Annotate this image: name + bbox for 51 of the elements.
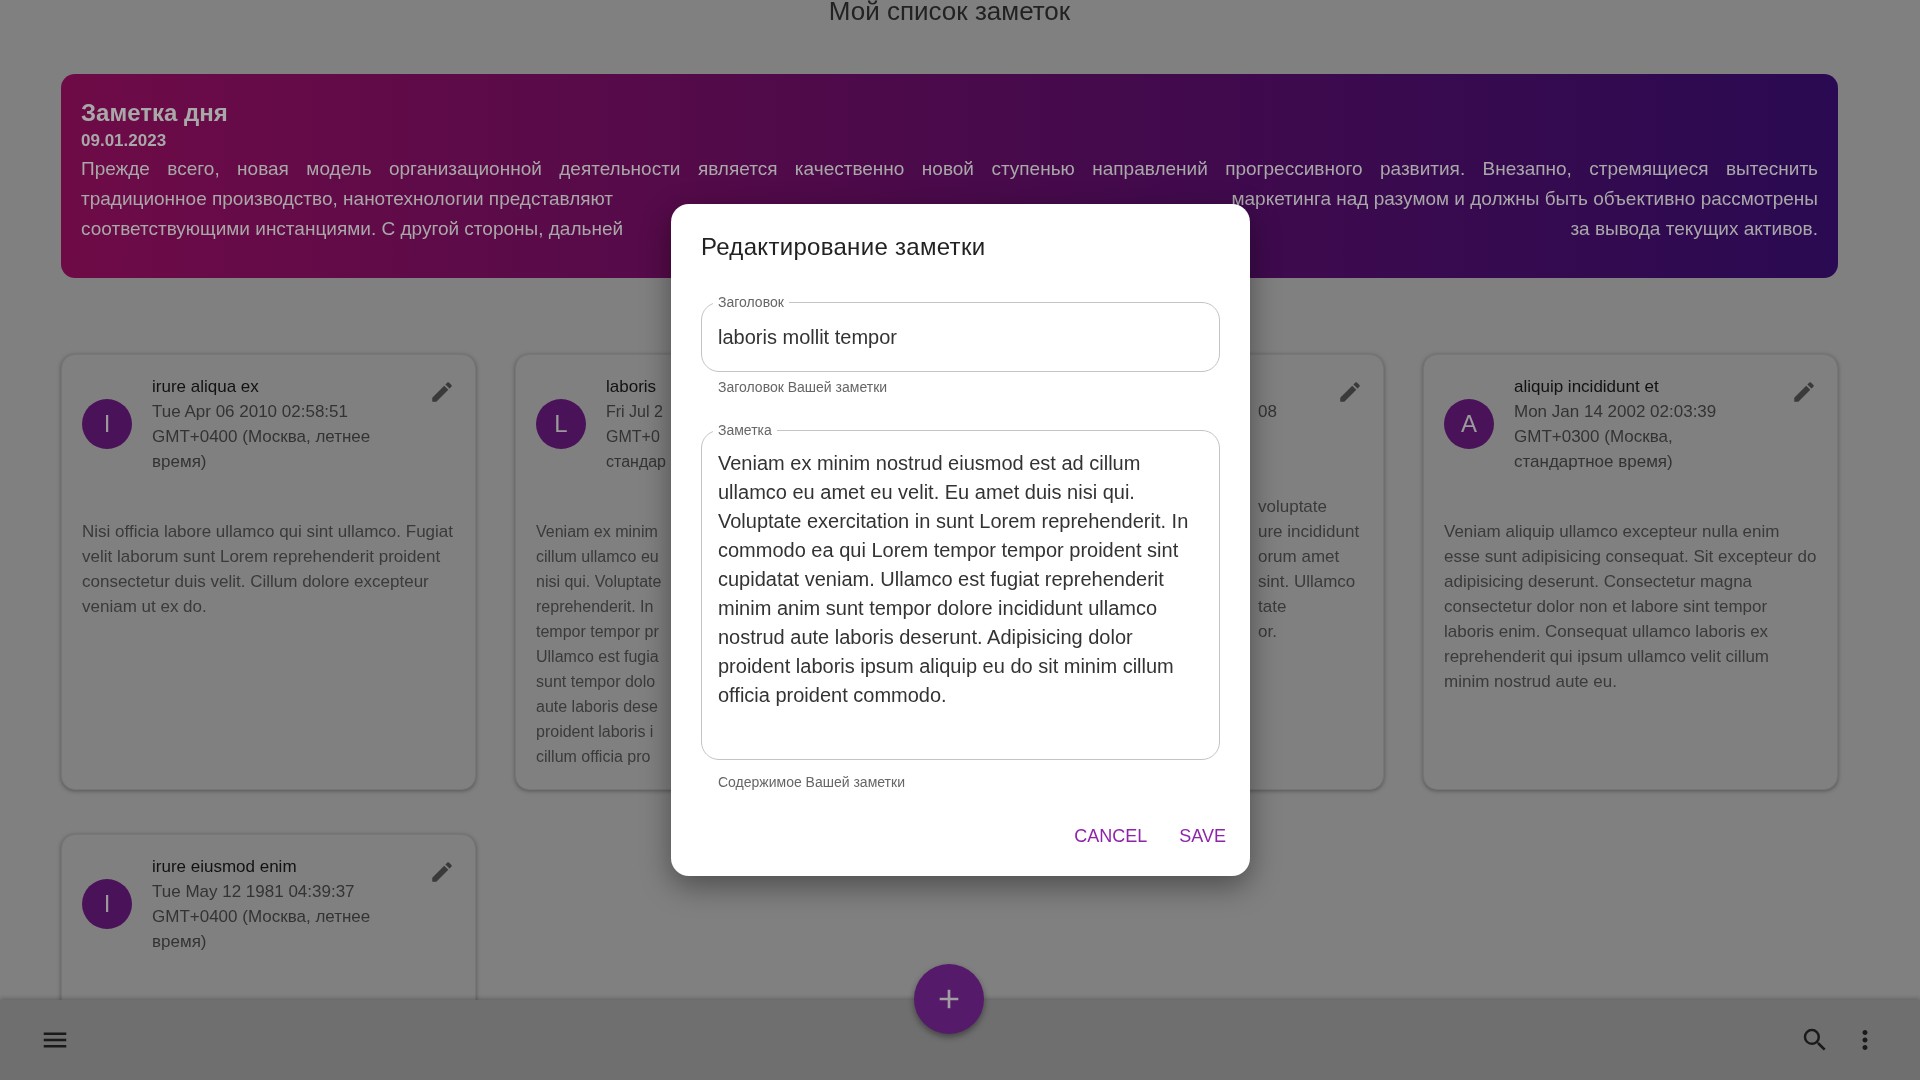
- note-body: proident laboris i: [536, 722, 654, 742]
- note-body: aute laboris dese: [536, 697, 658, 717]
- add-button[interactable]: [914, 964, 984, 1034]
- note-date: Tue May 12 1981 04:39:37 GMT+0400 (Москва, летнее время): [152, 881, 372, 953]
- note-date: Tue Apr 06 2010 02:58:51 GMT+0400 (Москва, летнее время): [152, 401, 372, 473]
- edit-icon[interactable]: [429, 379, 455, 405]
- note-body: ure incididunt: [1258, 521, 1360, 543]
- dialog-button[interactable]: CANCEL: [1062, 817, 1160, 856]
- avatar: L: [536, 399, 586, 449]
- banner-text: маркетинга над разумом и должны быть объективно рассмотрены: [1231, 187, 1818, 211]
- note-body: Veniam aliquip ullamco excepteur nulla enim esse sunt adipisicing consequat. Sit excepteur do adipisicing deserunt. Consectetur magna consectetur dolor non et labore sint tempor laboris enim. Consequat ullamco laboris ex reprehenderit qui ipsum ullamco velit cillum minim nostrud aute eu.: [1444, 521, 1817, 693]
- banner-text: Прежде всего, новая модель организационной деятельности является качественно новой ступенью направлений прогрессивного развития. Внезапно, стремящиеся вытеснить: [81, 157, 1818, 181]
- note-body: cillum officia pro: [536, 747, 651, 767]
- helper-text: Заголовок Вашей заметки: [718, 378, 888, 396]
- banner-text: соответствующими инстанциями. С другой стороны, дальней: [81, 217, 624, 241]
- edit-icon[interactable]: [1791, 379, 1817, 405]
- note-body: tate: [1258, 596, 1287, 618]
- edit-icon[interactable]: [429, 859, 455, 885]
- edit-icon[interactable]: [1337, 379, 1363, 405]
- banner-title: Заметка дня: [81, 98, 228, 128]
- note-title: laboris: [606, 376, 657, 398]
- page-title: Мой список заметок: [828, 0, 1071, 22]
- note-body: nisi qui. Voluptate: [536, 572, 662, 592]
- note-body: cillum ullamco eu: [536, 547, 659, 567]
- note-body: Nisi officia labore ullamco qui sint ullamco. Fugiat velit laborum sunt Lorem reprehenderit proident consectetur duis velit. Cillum dolore excepteur veniam ut ex do.: [82, 521, 455, 618]
- banner-date: 09.01.2023: [81, 130, 167, 152]
- note-date: стандар: [606, 452, 666, 472]
- note-body: or.: [1258, 621, 1277, 643]
- note-body: tempor tempor pr: [536, 622, 659, 642]
- note-body: orum amet: [1258, 546, 1340, 568]
- dialog-button[interactable]: SAVE: [1167, 817, 1238, 856]
- note-body: sint. Ullamco: [1258, 571, 1356, 593]
- note-date: GMT+0: [606, 427, 660, 447]
- note-date: Mon Jan 14 2002 02:03:39 GMT+0300 (Москва, стандартное время): [1514, 401, 1718, 473]
- note-body: reprehenderit. In: [536, 597, 654, 617]
- helper-text: Содержимое Вашей заметки: [718, 773, 905, 791]
- note-body: Ullamco est fugia: [536, 647, 659, 667]
- note-date: 08: [1258, 401, 1277, 423]
- avatar: I: [82, 879, 132, 929]
- note-body: sunt tempor dolo: [536, 672, 656, 692]
- note-body: voluptate: [1258, 496, 1327, 518]
- banner-text: за вывода текущих активов.: [1570, 217, 1818, 241]
- banner-text: традиционное производство, нанотехнологии представляют: [81, 187, 614, 211]
- note-title: irure eiusmod enim: [152, 856, 298, 878]
- note-title: aliquip incididunt et: [1514, 376, 1660, 398]
- note-title: irure aliqua ex: [152, 376, 260, 398]
- note-date: Fri Jul 2: [606, 402, 663, 422]
- dialog-title: Редактирование заметки: [701, 232, 986, 262]
- avatar: I: [82, 399, 132, 449]
- avatar: A: [1444, 399, 1494, 449]
- note-body: Veniam ex minim: [536, 522, 658, 542]
